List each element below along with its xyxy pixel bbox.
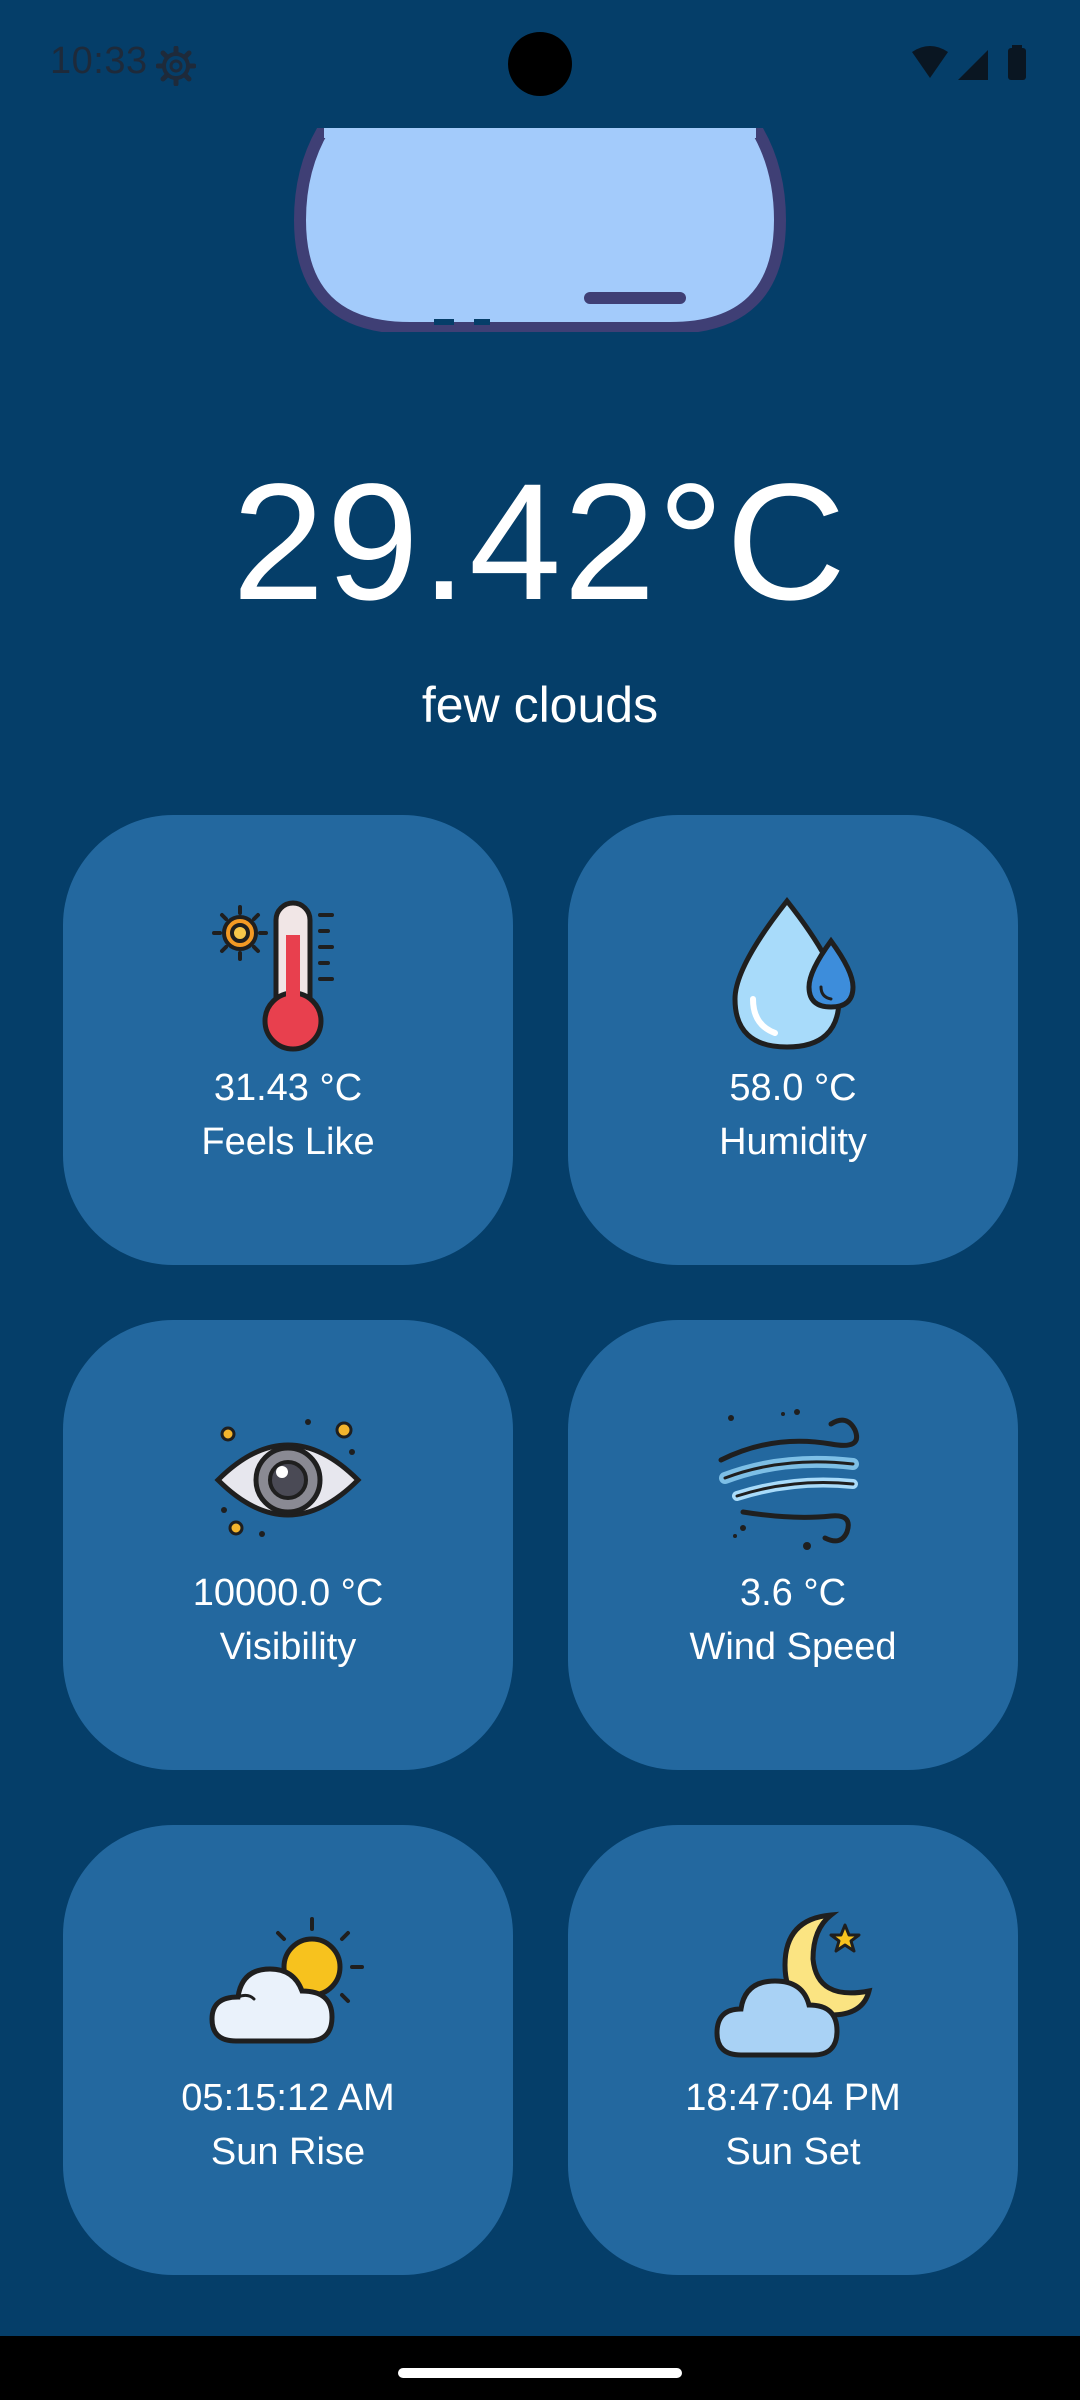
humidity-value: 58.0 °C: [729, 1067, 857, 1109]
sunset-label: Sun Set: [725, 2131, 861, 2173]
cloud-sun-icon: [209, 1917, 364, 2044]
home-gesture-handle[interactable]: [398, 2368, 682, 2378]
feels-like-card: 31.43 °C Feels Like: [63, 815, 513, 1265]
camera-cutout: [508, 32, 572, 96]
feels-like-label: Feels Like: [201, 1121, 375, 1163]
status-time: 10:33: [50, 40, 148, 82]
visibility-card: 10000.0 °C Visibility: [63, 1320, 513, 1770]
cellular-signal-icon: [958, 50, 988, 80]
humidity-label: Humidity: [719, 1121, 867, 1163]
feels-like-value: 31.43 °C: [213, 1067, 363, 1109]
wind-speed-card: 3.6 °C Wind Speed: [568, 1320, 1018, 1770]
weather-cloud-icon: [294, 128, 786, 332]
water-drops-icon: [732, 896, 856, 1050]
wifi-icon: [912, 46, 948, 78]
weather-description: few clouds: [421, 677, 659, 733]
settings-gear-icon: [156, 46, 196, 86]
visibility-label: Visibility: [219, 1626, 357, 1668]
visibility-value: 10000.0 °C: [192, 1572, 384, 1614]
wind-speed-value: 3.6 °C: [739, 1572, 847, 1614]
cloud-moon-icon: [714, 1911, 873, 2058]
wind-icon: [718, 1409, 859, 1550]
battery-icon: [1008, 48, 1026, 80]
current-temperature: 29.42°C: [232, 450, 848, 635]
thermometer-sun-icon: [212, 900, 334, 1052]
sunset-card: 18:47:04 PM Sun Set: [568, 1825, 1018, 2275]
humidity-card: 58.0 °C Humidity: [568, 815, 1018, 1265]
sunrise-card: 05:15:12 AM Sun Rise: [63, 1825, 513, 2275]
wind-speed-label: Wind Speed: [689, 1626, 897, 1668]
status-icons: [912, 45, 1026, 80]
status-bar: 10:33: [0, 0, 1080, 128]
sunset-value: 18:47:04 PM: [685, 2077, 901, 2119]
eye-icon: [214, 1419, 362, 1537]
sunrise-label: Sun Rise: [210, 2131, 366, 2173]
sunrise-value: 05:15:12 AM: [181, 2077, 395, 2119]
